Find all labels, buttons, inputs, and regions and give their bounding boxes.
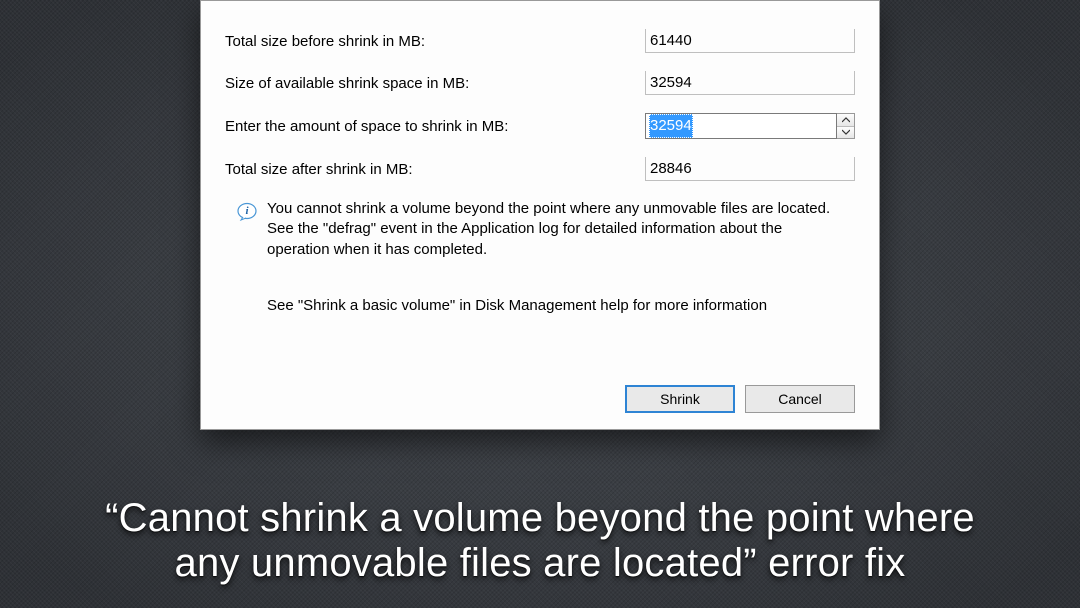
row-total-before: Total size before shrink in MB: 61440 [225, 29, 855, 53]
caption-overlay: “Cannot shrink a volume beyond the point… [0, 496, 1080, 586]
row-available: Size of available shrink space in MB: 32… [225, 71, 855, 95]
label-total-after: Total size after shrink in MB: [225, 161, 645, 178]
caption-line-1: “Cannot shrink a volume beyond the point… [0, 496, 1080, 541]
see-more-text: See "Shrink a basic volume" in Disk Mana… [225, 296, 855, 316]
field-total-before: 61440 [645, 29, 855, 53]
label-enter-amount: Enter the amount of space to shrink in M… [225, 118, 645, 135]
info-block: i You cannot shrink a volume beyond the … [225, 199, 855, 260]
shrink-volume-dialog: Total size before shrink in MB: 61440 Si… [200, 0, 880, 430]
spinner-down-button[interactable] [837, 127, 854, 139]
input-shrink-amount[interactable]: 32594 [645, 113, 837, 139]
caption-line-2: any unmovable files are located” error f… [0, 541, 1080, 586]
label-total-before: Total size before shrink in MB: [225, 33, 645, 50]
chevron-up-icon [842, 117, 850, 123]
spinner-shrink-amount [837, 113, 855, 139]
info-icon: i [237, 201, 257, 221]
label-available: Size of available shrink space in MB: [225, 75, 645, 92]
dialog-buttons: Shrink Cancel [625, 385, 855, 413]
input-shrink-amount-value: 32594 [649, 114, 693, 138]
field-available: 32594 [645, 71, 855, 95]
chevron-down-icon [842, 129, 850, 135]
spinner-up-button[interactable] [837, 114, 854, 127]
info-text: You cannot shrink a volume beyond the po… [267, 199, 845, 260]
row-total-after: Total size after shrink in MB: 28846 [225, 157, 855, 181]
shrink-button[interactable]: Shrink [625, 385, 735, 413]
field-total-after: 28846 [645, 157, 855, 181]
cancel-button[interactable]: Cancel [745, 385, 855, 413]
row-enter-amount: Enter the amount of space to shrink in M… [225, 113, 855, 139]
